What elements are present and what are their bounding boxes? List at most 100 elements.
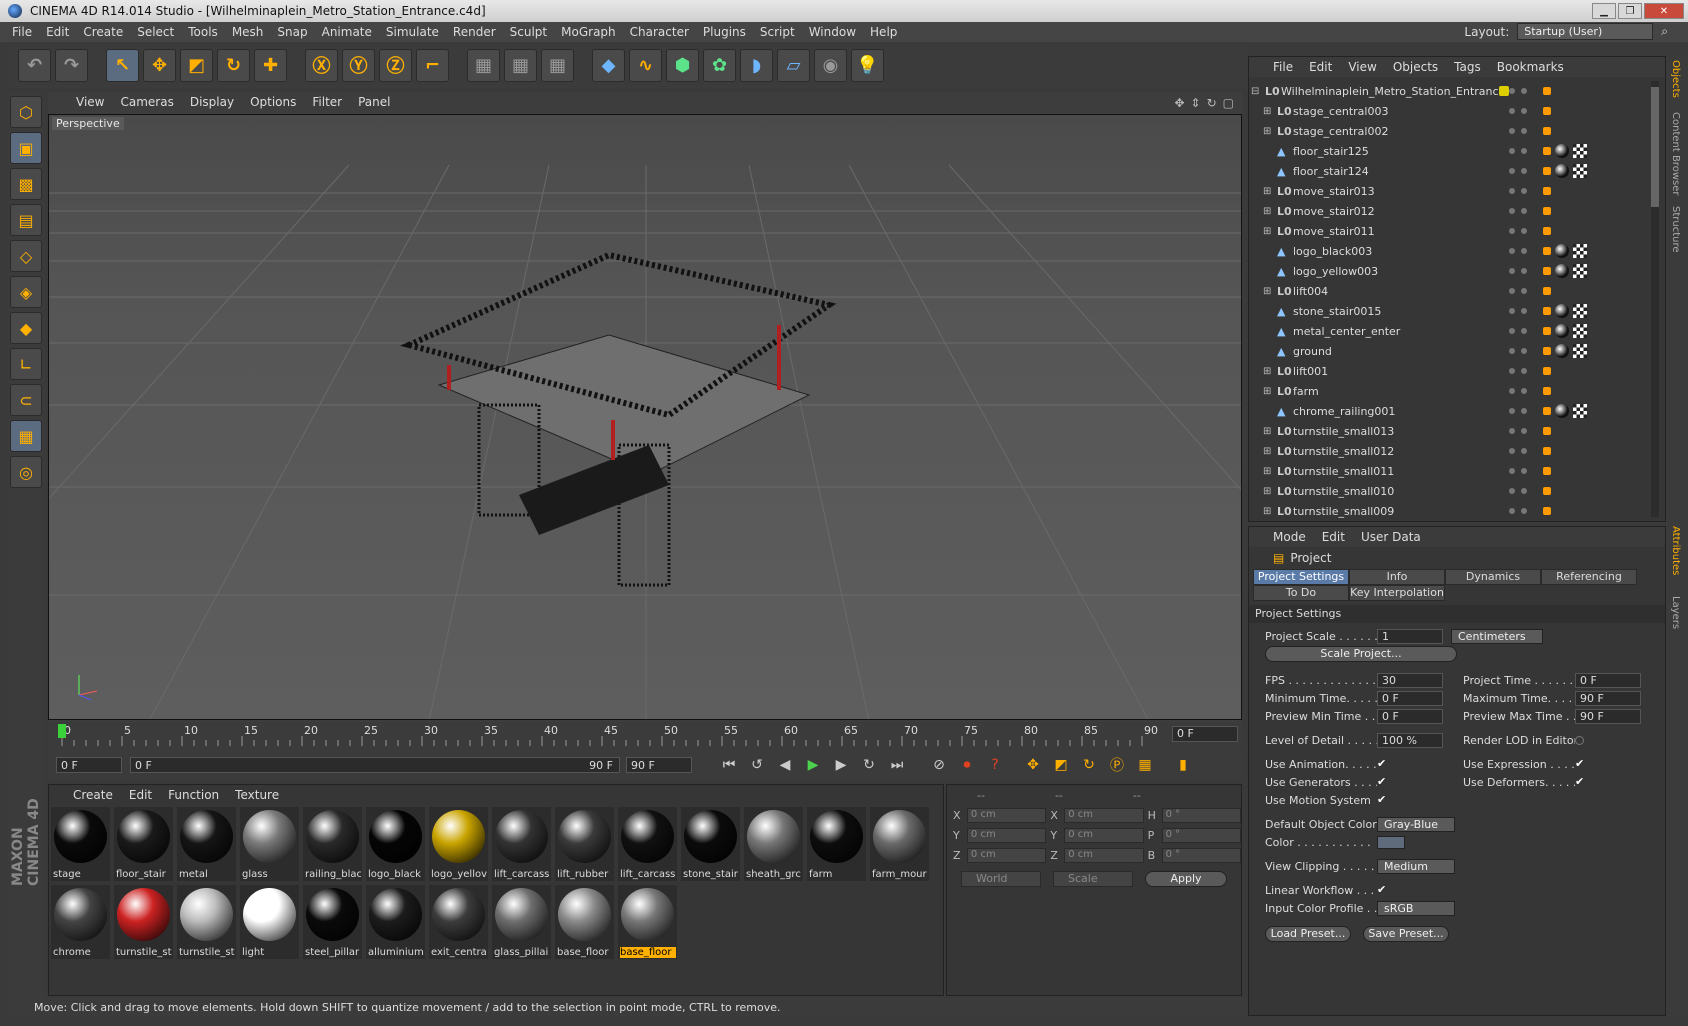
- search-icon[interactable]: ⌕: [1661, 24, 1668, 39]
- render-visibility-dot[interactable]: [1521, 188, 1527, 194]
- subdivision-icon[interactable]: ⬢: [666, 48, 699, 82]
- vp-menu-view[interactable]: View: [76, 95, 104, 109]
- timeline-ruler[interactable]: 0 5 10 15 20 25 30 35 40 45 50 55 60 65 70 75 80 85 90 0 F: [48, 722, 1242, 748]
- vp-menu-cameras[interactable]: Cameras: [120, 95, 173, 109]
- load-preset-button[interactable]: Load Preset...: [1265, 926, 1351, 942]
- object-row[interactable]: ▲ metal_center_enter: [1249, 321, 1653, 341]
- render-visibility-dot[interactable]: [1521, 348, 1527, 354]
- timeline-playhead[interactable]: [58, 724, 66, 738]
- record-active-icon[interactable]: ⊘: [926, 753, 952, 777]
- preview-max-field[interactable]: 90 F: [1575, 708, 1641, 724]
- tab-attributes-vertical[interactable]: Attributes: [1670, 526, 1681, 575]
- expand-icon[interactable]: ⊞: [1263, 286, 1273, 297]
- object-row[interactable]: ▲ logo_yellow003: [1249, 261, 1653, 281]
- material-tag-icon[interactable]: [1555, 164, 1569, 178]
- material-tag-icon[interactable]: [1555, 404, 1569, 418]
- object-row[interactable]: ⊞ L0 turnstile_small011: [1249, 461, 1653, 481]
- enable-toggle-icon[interactable]: [1543, 447, 1551, 455]
- dolly-icon[interactable]: ⇕: [1191, 96, 1201, 110]
- timeline-scheme-icon[interactable]: ▮: [1170, 753, 1196, 777]
- material-swatch[interactable]: farm_mour: [870, 807, 929, 881]
- uvw-tag-icon[interactable]: [1573, 164, 1587, 178]
- tab-content-browser-vertical[interactable]: Content Browser: [1670, 112, 1681, 195]
- record-parameter-icon[interactable]: Ⓟ: [1104, 753, 1130, 777]
- material-swatch[interactable]: railing_blac: [303, 807, 362, 881]
- render-visibility-dot[interactable]: [1521, 368, 1527, 374]
- snap-icon[interactable]: ⊂: [10, 384, 42, 416]
- save-preset-button[interactable]: Save Preset...: [1363, 926, 1449, 942]
- record-pla-icon[interactable]: ▦: [1132, 753, 1158, 777]
- enable-toggle-icon[interactable]: [1543, 267, 1551, 275]
- enable-toggle-icon[interactable]: [1543, 287, 1551, 295]
- maximize-button[interactable]: ❐: [1618, 3, 1642, 19]
- uvw-tag-icon[interactable]: [1573, 264, 1587, 278]
- record-position-icon[interactable]: ✥: [1020, 753, 1046, 777]
- menu-file[interactable]: File: [12, 25, 32, 39]
- go-to-end-icon[interactable]: ⏭: [884, 753, 910, 777]
- camera-icon[interactable]: ◉: [814, 48, 847, 82]
- workplane-lock-icon[interactable]: ▦: [10, 420, 42, 452]
- use-deformers-checkbox[interactable]: ✔: [1575, 776, 1587, 788]
- render-visibility-dot[interactable]: [1521, 448, 1527, 454]
- render-visibility-dot[interactable]: [1521, 128, 1527, 134]
- render-visibility-dot[interactable]: [1521, 408, 1527, 414]
- enable-toggle-icon[interactable]: [1543, 467, 1551, 475]
- coord-position-field[interactable]: 0 cm: [966, 847, 1047, 863]
- coord-rotation-field[interactable]: 0 °: [1161, 807, 1241, 823]
- menu-character[interactable]: Character: [630, 25, 689, 39]
- editor-visibility-dot[interactable]: [1509, 368, 1515, 374]
- editor-visibility-dot[interactable]: [1509, 188, 1515, 194]
- object-row[interactable]: ⊞ L0 move_stair012: [1249, 201, 1653, 221]
- render-picture-viewer-icon[interactable]: ▦: [504, 48, 537, 82]
- material-swatch[interactable]: exit_centra: [429, 885, 488, 959]
- object-row[interactable]: ⊞ L0 stage_central002: [1249, 121, 1653, 141]
- object-row[interactable]: ⊞ L0 farm: [1249, 381, 1653, 401]
- enable-toggle-icon[interactable]: [1543, 127, 1551, 135]
- coord-size-field[interactable]: 0 cm: [1064, 847, 1144, 863]
- render-visibility-dot[interactable]: [1521, 508, 1527, 514]
- object-row[interactable]: ⊞ L0 lift001: [1249, 361, 1653, 381]
- keyframe-selection-icon[interactable]: ?: [982, 753, 1008, 777]
- coord-position-field[interactable]: 0 cm: [966, 827, 1047, 843]
- use-animation-checkbox[interactable]: ✔: [1377, 758, 1389, 770]
- render-visibility-dot[interactable]: [1521, 488, 1527, 494]
- mat-menu-texture[interactable]: Texture: [235, 788, 279, 802]
- floor-icon[interactable]: ▱: [777, 48, 810, 82]
- render-visibility-dot[interactable]: [1521, 428, 1527, 434]
- lod-field[interactable]: 100 %: [1377, 732, 1443, 748]
- fps-field[interactable]: 30: [1377, 672, 1443, 688]
- render-visibility-dot[interactable]: [1521, 148, 1527, 154]
- menu-render[interactable]: Render: [453, 25, 496, 39]
- object-row[interactable]: ⊞ L0 turnstile_small010: [1249, 481, 1653, 501]
- tab-info[interactable]: Info: [1349, 569, 1445, 585]
- expand-icon[interactable]: ⊞: [1263, 206, 1273, 217]
- viewport-canvas[interactable]: Perspective: [48, 114, 1242, 720]
- editor-visibility-dot[interactable]: [1509, 308, 1515, 314]
- coord-position-field[interactable]: 0 cm: [966, 807, 1047, 823]
- editor-visibility-dot[interactable]: [1509, 508, 1515, 514]
- material-swatch[interactable]: floor_stair: [114, 807, 173, 881]
- tab-objects-vertical[interactable]: Objects: [1670, 60, 1681, 98]
- object-row[interactable]: ⊞ L0 move_stair011: [1249, 221, 1653, 241]
- editor-visibility-dot[interactable]: [1509, 248, 1515, 254]
- material-swatch[interactable]: sheath_grc: [744, 807, 803, 881]
- enable-toggle-icon[interactable]: [1543, 507, 1551, 515]
- points-mode-icon[interactable]: ◇: [10, 240, 42, 272]
- units-select[interactable]: Centimeters: [1451, 628, 1543, 644]
- material-tag-icon[interactable]: [1555, 304, 1569, 318]
- axis-mode-icon[interactable]: ∟: [10, 348, 42, 380]
- obj-menu-edit[interactable]: Edit: [1309, 60, 1332, 74]
- min-time-field[interactable]: 0 F: [1377, 690, 1443, 706]
- close-button[interactable]: ✕: [1644, 3, 1684, 19]
- coord-size-field[interactable]: 0 cm: [1064, 827, 1144, 843]
- coord-size-field[interactable]: 0 cm: [1064, 807, 1144, 823]
- material-swatch[interactable]: logo_black: [366, 807, 425, 881]
- current-frame-field[interactable]: 0 F: [1172, 726, 1238, 742]
- render-visibility-dot[interactable]: [1521, 208, 1527, 214]
- obj-menu-objects[interactable]: Objects: [1393, 60, 1438, 74]
- view-clipping-select[interactable]: Medium: [1377, 858, 1455, 874]
- object-row[interactable]: ▲ floor_stair125: [1249, 141, 1653, 161]
- menu-edit[interactable]: Edit: [46, 25, 69, 39]
- menu-mograph[interactable]: MoGraph: [561, 25, 616, 39]
- obj-menu-bookmarks[interactable]: Bookmarks: [1497, 60, 1564, 74]
